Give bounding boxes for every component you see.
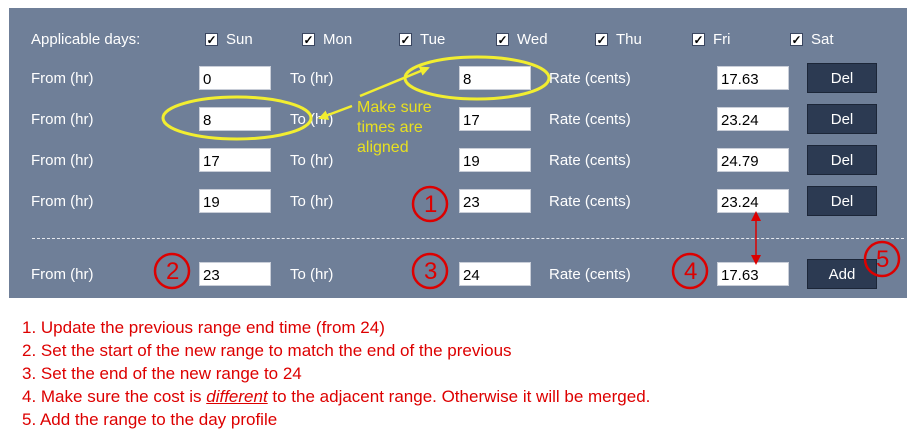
marker-2: 2: [166, 258, 180, 285]
to-label: To (hr): [290, 111, 334, 128]
rate-input[interactable]: [717, 107, 789, 131]
checkbox-checked-icon[interactable]: ✓: [595, 33, 608, 46]
note-line: 1. Update the previous range end time (f…: [22, 318, 385, 337]
delete-range-button[interactable]: Del: [807, 104, 877, 134]
note-emphasis: different: [206, 387, 268, 406]
marker-1: 1: [424, 191, 438, 218]
from-hour-input[interactable]: [199, 189, 271, 213]
delete-range-button[interactable]: Del: [807, 63, 877, 93]
applicable-days-label: Applicable days:: [31, 31, 141, 48]
note-text: 4. Make sure the cost is: [22, 387, 207, 406]
marker-4: 4: [684, 258, 698, 285]
rate-input[interactable]: [717, 66, 789, 90]
note-line: 2. Set the start of the new range to mat…: [22, 341, 512, 360]
checkbox-checked-icon[interactable]: ✓: [302, 33, 315, 46]
to-label: To (hr): [290, 266, 334, 283]
rate-label: Rate (cents): [549, 111, 631, 128]
day-checkbox-sat[interactable]: ✓ Sat: [790, 31, 834, 48]
checkbox-checked-icon[interactable]: ✓: [399, 33, 412, 46]
from-hour-input[interactable]: [199, 66, 271, 90]
note-line: 4. Make sure the cost is different to th…: [22, 385, 650, 408]
delete-range-button[interactable]: Del: [807, 145, 877, 175]
day-checkbox-sun[interactable]: ✓ Sun: [205, 31, 253, 48]
day-label: Sun: [226, 31, 253, 48]
day-label: Mon: [323, 31, 353, 48]
checkbox-checked-icon[interactable]: ✓: [205, 33, 218, 46]
marker-3: 3: [424, 258, 438, 285]
note-line: 3. Set the end of the new range to 24: [22, 364, 302, 383]
day-checkbox-wed[interactable]: ✓ Wed: [496, 31, 548, 48]
section-divider: [32, 238, 904, 239]
from-label: From (hr): [31, 70, 94, 87]
checkbox-checked-icon[interactable]: ✓: [692, 33, 705, 46]
from-hour-input[interactable]: [199, 107, 271, 131]
day-checkbox-tue[interactable]: ✓ Tue: [399, 31, 445, 48]
add-range-button[interactable]: Add: [807, 259, 877, 289]
day-label: Tue: [420, 31, 446, 48]
instruction-notes: 1. Update the previous range end time (f…: [22, 316, 650, 431]
day-checkbox-mon[interactable]: ✓ Mon: [302, 31, 352, 48]
callout-line: times are: [357, 119, 423, 136]
to-label: To (hr): [290, 193, 334, 210]
from-label: From (hr): [31, 111, 94, 128]
day-label: Sat: [811, 31, 834, 48]
to-label: To (hr): [290, 152, 334, 169]
checkbox-checked-icon[interactable]: ✓: [790, 33, 803, 46]
delete-range-button[interactable]: Del: [807, 186, 877, 216]
note-line: 5. Add the range to the day profile: [22, 410, 278, 429]
marker-5: 5: [876, 246, 890, 273]
to-hour-input[interactable]: [459, 148, 531, 172]
rate-label: Rate (cents): [549, 152, 631, 169]
from-label: From (hr): [31, 193, 94, 210]
to-label: To (hr): [290, 70, 334, 87]
new-rate-input[interactable]: [717, 262, 789, 286]
new-from-hour-input[interactable]: [199, 262, 271, 286]
from-label: From (hr): [31, 152, 94, 169]
to-hour-input[interactable]: [459, 66, 531, 90]
rate-input[interactable]: [717, 148, 789, 172]
rate-input[interactable]: [717, 189, 789, 213]
callout-line: aligned: [357, 139, 409, 156]
rate-label: Rate (cents): [549, 70, 631, 87]
checkbox-checked-icon[interactable]: ✓: [496, 33, 509, 46]
callout-line: Make sure: [357, 99, 432, 116]
from-label: From (hr): [31, 266, 94, 283]
time-range-panel: Applicable days: ✓ Sun ✓ Mon ✓ Tue ✓ Wed…: [9, 8, 907, 298]
day-label: Wed: [517, 31, 548, 48]
rate-label: Rate (cents): [549, 266, 631, 283]
to-hour-input[interactable]: [459, 189, 531, 213]
note-text: to the adjacent range. Otherwise it will…: [267, 387, 651, 406]
new-to-hour-input[interactable]: [459, 262, 531, 286]
rate-label: Rate (cents): [549, 193, 631, 210]
day-checkbox-fri[interactable]: ✓ Fri: [692, 31, 731, 48]
day-label: Fri: [713, 31, 731, 48]
from-hour-input[interactable]: [199, 148, 271, 172]
day-label: Thu: [616, 31, 642, 48]
day-checkbox-thu[interactable]: ✓ Thu: [595, 31, 642, 48]
callout-text: Make sure times are aligned: [357, 98, 432, 158]
to-hour-input[interactable]: [459, 107, 531, 131]
